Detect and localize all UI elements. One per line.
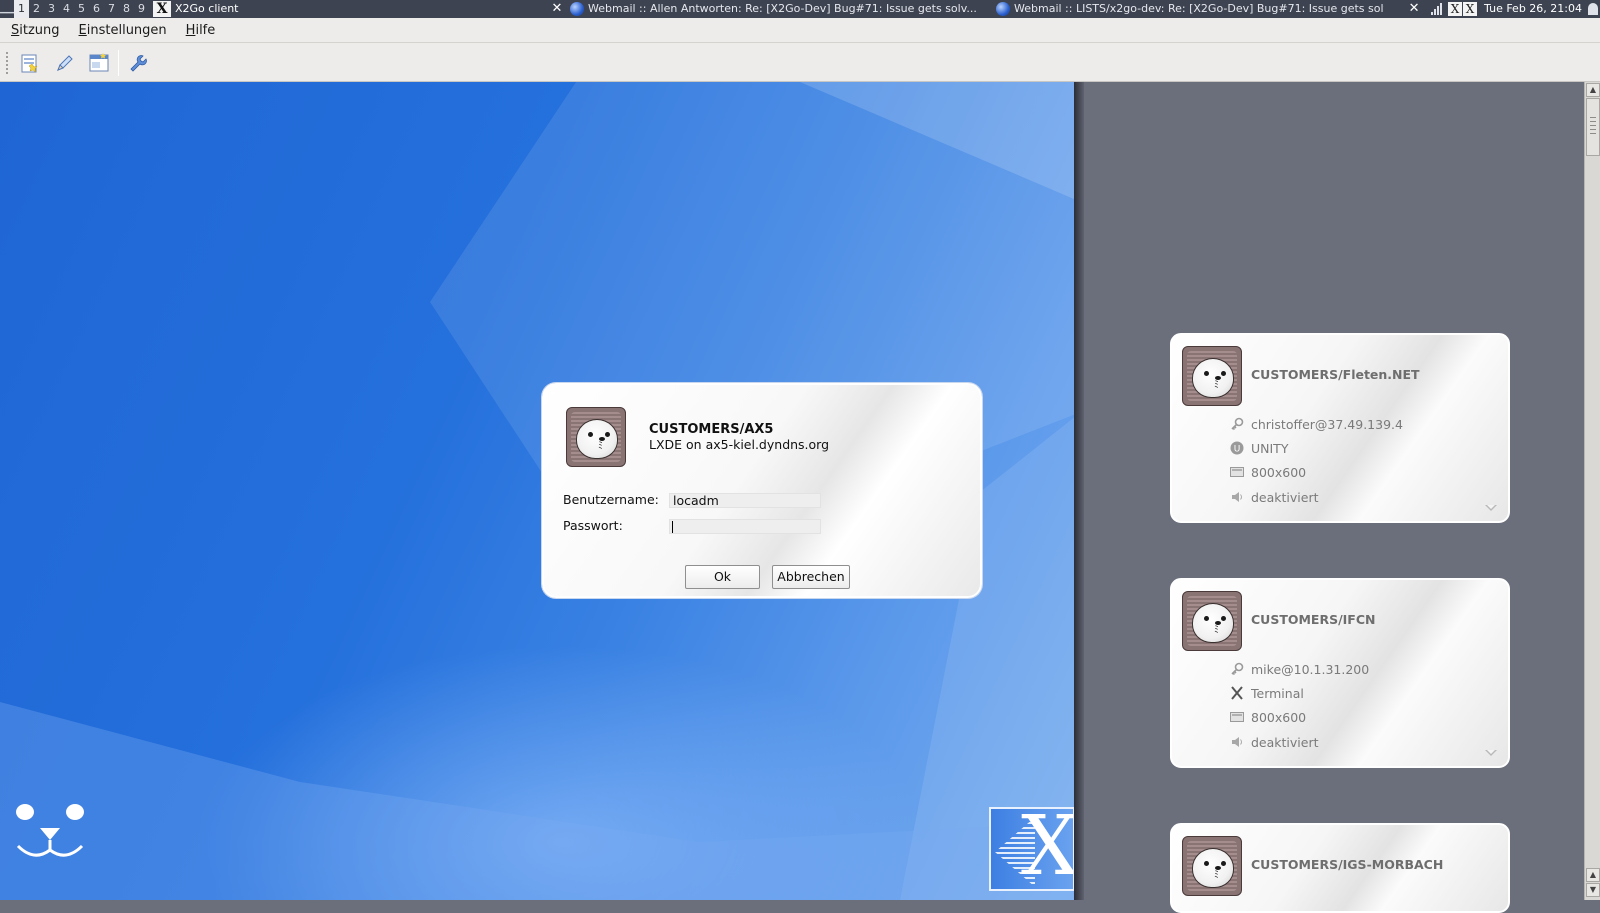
- x-tray-icon[interactable]: X: [1463, 2, 1478, 16]
- taskbar-item-label: Webmail :: Allen Antworten: Re: [X2Go-De…: [588, 2, 977, 15]
- session-seal-icon: ﾐ: [566, 407, 626, 467]
- session-resolution: 800x600: [1251, 709, 1307, 725]
- scroll-down-button[interactable]: ▼: [1586, 883, 1600, 897]
- clock[interactable]: Tue Feb 26, 21:04: [1484, 0, 1582, 18]
- top-panel: ▁▁ 1 2 3 4 5 6 7 8 9 X X2Go client ✕ Web…: [0, 0, 1600, 18]
- wrench-icon: [130, 55, 147, 72]
- x-terminal-icon: [1229, 685, 1245, 701]
- taskbar-item-label: Webmail :: LISTS/x2go-dev: Re: [X2Go-Dev…: [1014, 2, 1384, 15]
- workspace-3[interactable]: 3: [44, 0, 59, 18]
- network-signal-icon[interactable]: [1431, 3, 1443, 15]
- toolbar-grip[interactable]: [5, 51, 9, 75]
- session-list-scrollbar[interactable]: ▲ ▲ ▼: [1584, 82, 1600, 900]
- session-server: mike@10.1.31.200: [1251, 661, 1370, 677]
- session-sound-row: deaktiviert: [1229, 488, 1319, 506]
- session-sound: deaktiviert: [1251, 734, 1319, 750]
- workspace-1[interactable]: 1: [14, 0, 29, 18]
- workspace-6[interactable]: 6: [89, 0, 104, 18]
- session-seal-icon: ﾐ: [1182, 591, 1242, 651]
- session-server: christoffer@37.49.139.4: [1251, 416, 1403, 432]
- menu-einstellungen[interactable]: Einstellungen: [68, 23, 175, 38]
- session-seal-icon: ﾐ: [1182, 836, 1242, 896]
- cancel-button[interactable]: Abbrechen: [772, 565, 850, 589]
- unity-icon: U: [1229, 440, 1245, 456]
- display-icon: [1229, 709, 1245, 725]
- browser-globe-icon: [570, 2, 584, 16]
- session-resolution: 800x600: [1251, 464, 1307, 480]
- session-type: UNITY: [1251, 440, 1289, 456]
- new-session-button[interactable]: [16, 50, 42, 76]
- workspace-4[interactable]: 4: [59, 0, 74, 18]
- session-sound-row: deaktiviert: [1229, 733, 1319, 751]
- speaker-icon: [1229, 734, 1245, 750]
- panel-menu-icon[interactable]: ▁▁: [0, 0, 14, 18]
- speaker-icon: [1229, 489, 1245, 505]
- session-resolution-row: 800x600: [1229, 463, 1306, 481]
- workspace-2[interactable]: 2: [29, 0, 44, 18]
- session-sound: deaktiviert: [1251, 489, 1319, 505]
- scroll-down-small-button[interactable]: ▲: [1586, 868, 1600, 882]
- expand-arrow-icon[interactable]: [1485, 750, 1497, 756]
- login-dialog: ﾐ CUSTOMERS/AX5 LXDE on ax5-kiel.dyndns.…: [542, 383, 982, 598]
- pane-divider: [1074, 82, 1084, 900]
- create-shortcut-icon: [89, 53, 109, 72]
- key-icon: [1229, 661, 1245, 677]
- edit-session-icon: [57, 55, 73, 71]
- edit-session-button[interactable]: [51, 50, 77, 76]
- workspace-7[interactable]: 7: [104, 0, 119, 18]
- bird-icon: ✕: [551, 1, 563, 16]
- x2go-app-icon: X: [153, 1, 171, 17]
- session-resolution-row: 800x600: [1229, 708, 1306, 726]
- menu-sitzung[interactable]: Sitzung: [0, 23, 68, 38]
- taskbar-item-webmail-1[interactable]: ✕ Webmail :: Allen Antworten: Re: [X2Go-…: [544, 0, 977, 18]
- text-caret: [672, 521, 673, 533]
- session-type: Terminal: [1251, 685, 1304, 701]
- username-label: Benutzername:: [563, 492, 659, 507]
- create-shortcut-button[interactable]: [86, 50, 112, 76]
- password-label: Passwort:: [563, 518, 623, 533]
- session-card-title: CUSTOMERS/IFCN: [1251, 612, 1376, 627]
- x2go-logo: X: [989, 807, 1075, 891]
- session-card-title: CUSTOMERS/IGS-MORBACH: [1251, 857, 1444, 872]
- menu-bar: Sitzung Einstellungen Hilfe: [0, 18, 1600, 43]
- session-card-title: CUSTOMERS/Fleten.NET: [1251, 367, 1420, 382]
- user-icon[interactable]: [1588, 3, 1598, 15]
- scrollbar-thumb[interactable]: [1586, 98, 1600, 156]
- session-server-row: mike@10.1.31.200: [1229, 660, 1369, 678]
- toolbar-separator: [118, 50, 119, 76]
- seal-face-logo: [16, 804, 84, 857]
- settings-button[interactable]: [124, 50, 150, 76]
- session-seal-icon: ﾐ: [1182, 346, 1242, 406]
- session-name: CUSTOMERS/AX5: [649, 422, 774, 437]
- toolbar: [0, 43, 1600, 82]
- x-tray-icon[interactable]: X: [1448, 2, 1463, 16]
- expand-arrow-icon[interactable]: [1485, 505, 1497, 511]
- browser-globe-icon: [996, 2, 1010, 16]
- session-server-row: christoffer@37.49.139.4: [1229, 415, 1403, 433]
- session-type-row: Terminal: [1229, 684, 1304, 702]
- session-card-fleten[interactable]: ﾐ CUSTOMERS/Fleten.NET christoffer@37.49…: [1170, 333, 1510, 523]
- username-input[interactable]: locadm: [669, 493, 821, 508]
- menu-hilfe[interactable]: Hilfe: [175, 23, 224, 38]
- workspace-5[interactable]: 5: [74, 0, 89, 18]
- display-icon: [1229, 464, 1245, 480]
- scroll-up-button[interactable]: ▲: [1586, 83, 1600, 97]
- password-input[interactable]: [669, 519, 821, 534]
- ok-button[interactable]: Ok: [685, 565, 760, 589]
- session-description: LXDE on ax5-kiel.dyndns.org: [649, 437, 830, 452]
- workspace-9[interactable]: 9: [134, 0, 149, 18]
- key-icon: [1229, 416, 1245, 432]
- bird-icon: ✕: [1401, 0, 1428, 18]
- taskbar-item-webmail-2[interactable]: Webmail :: LISTS/x2go-dev: Re: [X2Go-Dev…: [996, 0, 1384, 18]
- session-card-ifcn[interactable]: ﾐ CUSTOMERS/IFCN mike@10.1.31.200 Termin…: [1170, 578, 1510, 768]
- new-session-icon: [21, 54, 38, 73]
- svg-text:U: U: [1234, 445, 1241, 455]
- workspace-8[interactable]: 8: [119, 0, 134, 18]
- active-window-title[interactable]: X2Go client: [175, 0, 239, 18]
- session-type-row: U UNITY: [1229, 439, 1288, 457]
